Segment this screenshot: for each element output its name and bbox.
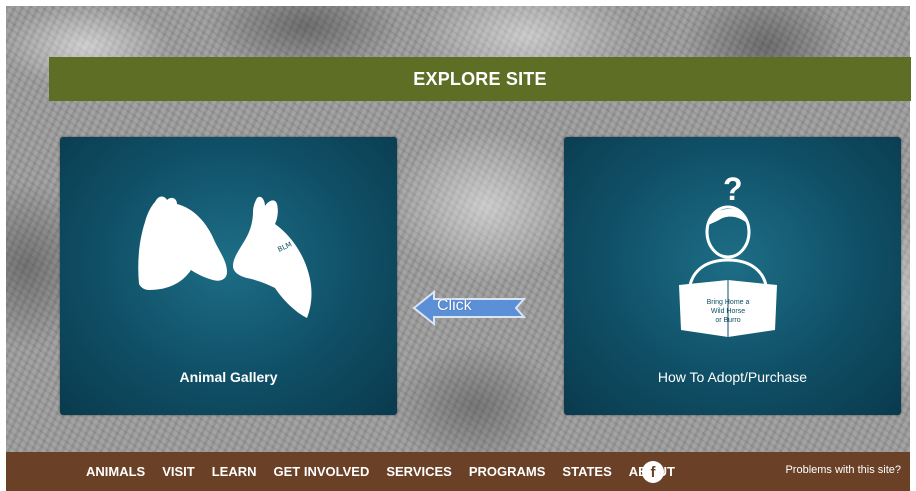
facebook-icon[interactable]: f bbox=[642, 461, 664, 483]
footer-nav: ANIMALS VISIT LEARN GET INVOLVED SERVICE… bbox=[86, 464, 692, 479]
animal-gallery-label: Animal Gallery bbox=[179, 369, 278, 385]
nav-states[interactable]: STATES bbox=[562, 464, 611, 479]
explore-site-banner: EXPLORE SITE bbox=[49, 57, 911, 101]
sign-line-2: Wild Horse bbox=[711, 308, 745, 315]
nav-learn[interactable]: LEARN bbox=[212, 464, 257, 479]
horse-burro-heads-icon: BLM bbox=[138, 196, 312, 318]
nav-services[interactable]: SERVICES bbox=[386, 464, 452, 479]
click-annotation: Click bbox=[437, 297, 472, 314]
person-reading-question-icon: ? Bring Home a Wild Horse or Burro bbox=[679, 171, 777, 337]
explore-site-title: EXPLORE SITE bbox=[413, 68, 547, 89]
animal-gallery-card[interactable]: BLM Animal Gallery bbox=[60, 137, 397, 415]
sign-line-1: Bring Home a bbox=[707, 299, 750, 306]
nav-visit[interactable]: VISIT bbox=[162, 464, 195, 479]
facebook-glyph: f bbox=[650, 463, 656, 481]
how-to-adopt-label: How To Adopt/Purchase bbox=[657, 369, 808, 385]
problems-link[interactable]: Problems with this site? bbox=[785, 464, 901, 476]
nav-programs[interactable]: PROGRAMS bbox=[469, 464, 546, 479]
nav-get-involved[interactable]: GET INVOLVED bbox=[274, 464, 370, 479]
nav-animals[interactable]: ANIMALS bbox=[86, 464, 145, 479]
how-to-adopt-card[interactable]: ? Bring Home a Wild Horse or Burro How T… bbox=[564, 137, 901, 415]
question-mark: ? bbox=[723, 171, 743, 207]
footer-nav-bar: ANIMALS VISIT LEARN GET INVOLVED SERVICE… bbox=[6, 452, 910, 491]
sign-line-3: or Burro bbox=[715, 317, 740, 324]
